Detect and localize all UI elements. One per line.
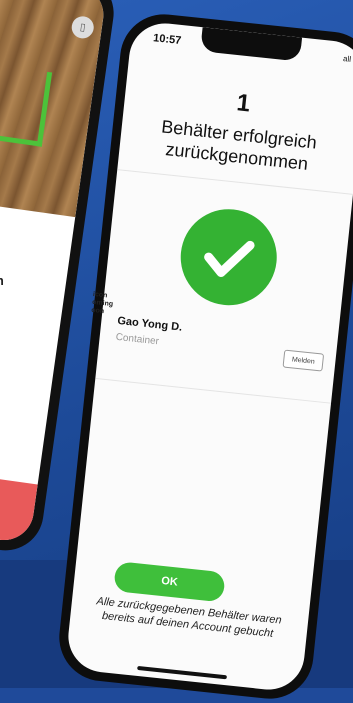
left-action-bar[interactable] [0, 466, 38, 544]
ok-button[interactable]: OK [113, 561, 226, 603]
success-check-icon [175, 204, 282, 310]
user-name: Gao Yong D. [116, 314, 183, 334]
footer-note: Alle zurückgegebenen Behälter waren bere… [95, 595, 283, 640]
status-time: 10:57 [152, 32, 182, 48]
signal-icon: all [342, 54, 352, 64]
scan-label: annen [0, 273, 4, 289]
user-subtitle: Container [115, 331, 160, 348]
edge-text: icon oming oon [90, 290, 114, 316]
checkmark-icon [204, 240, 255, 277]
home-indicator [137, 665, 228, 680]
report-button[interactable]: Melden [282, 349, 325, 372]
notch [200, 27, 303, 62]
divider [95, 377, 332, 404]
